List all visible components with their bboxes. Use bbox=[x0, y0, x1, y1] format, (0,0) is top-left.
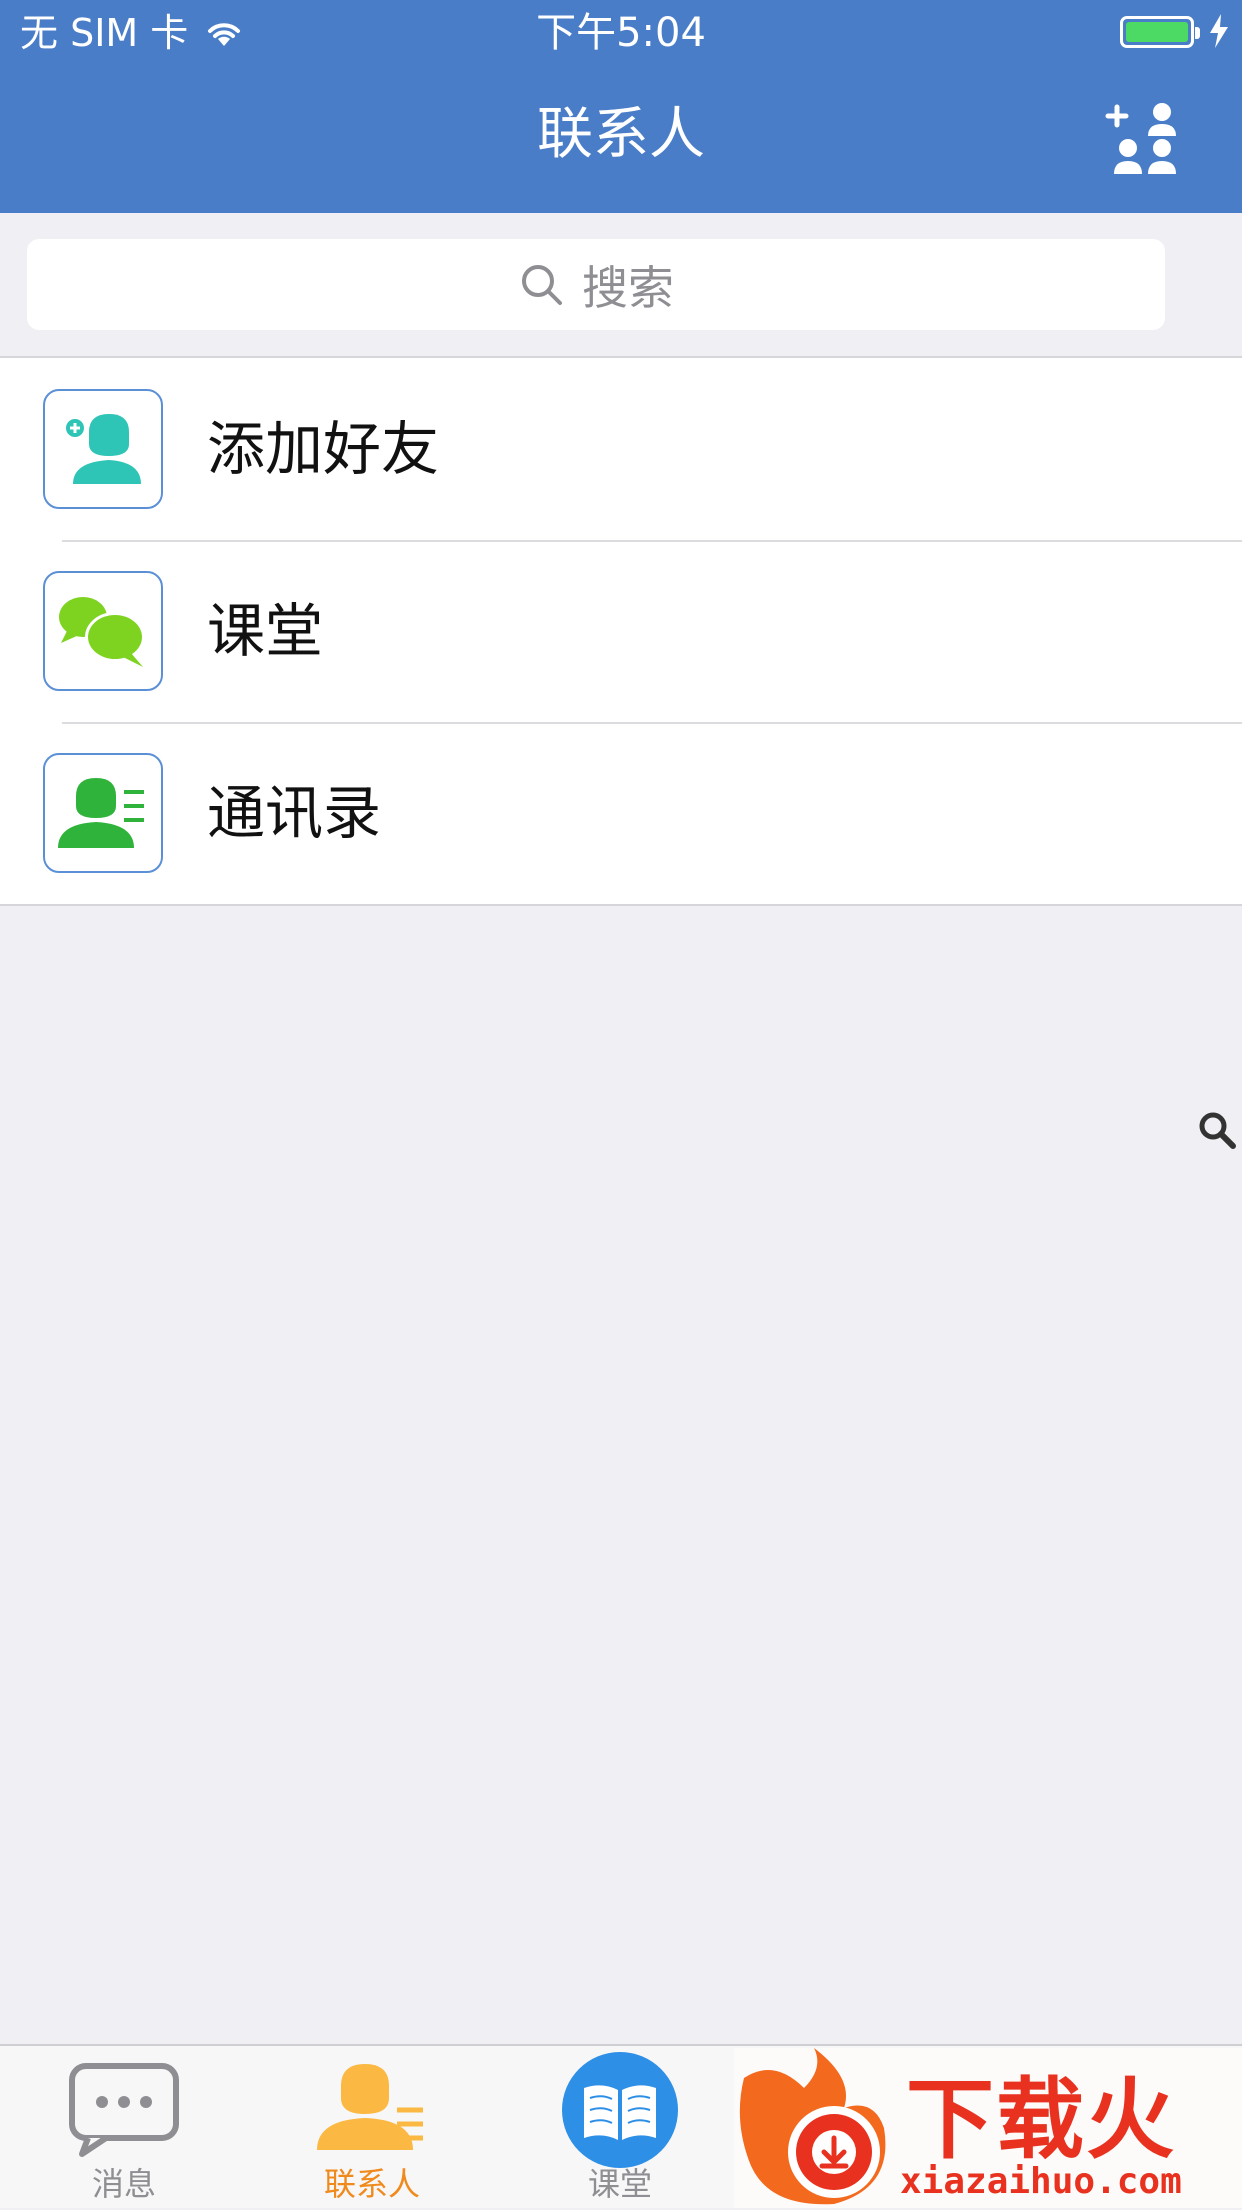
status-time: 下午5:04 bbox=[536, 10, 706, 56]
list-item-address-book[interactable]: 通讯录 bbox=[0, 722, 1242, 904]
tab-label: 消息 bbox=[91, 2165, 156, 2203]
tab-label: 课堂 bbox=[587, 2165, 652, 2203]
list-item-add-friend[interactable]: 添加好友 bbox=[0, 358, 1242, 540]
tab-label: 联系人 bbox=[323, 2165, 420, 2203]
battery-icon bbox=[1120, 16, 1200, 48]
add-friend-icon-box bbox=[43, 389, 163, 509]
message-icon bbox=[69, 2063, 179, 2157]
tab-messages[interactable]: 消息 bbox=[0, 2046, 248, 2210]
watermark-brand: 下载火 bbox=[906, 2068, 1177, 2171]
navigation-header: 无 SIM 卡 下午5:04 联系人 bbox=[0, 0, 1242, 213]
add-contacts-icon[interactable] bbox=[1104, 98, 1184, 178]
index-search-icon[interactable] bbox=[1197, 1110, 1237, 1150]
charging-bolt-icon bbox=[1210, 14, 1228, 48]
chat-bubbles-icon-box bbox=[43, 571, 163, 691]
list-item-label: 添加好友 bbox=[207, 415, 440, 483]
battery-cap bbox=[1195, 27, 1200, 39]
tab-contacts[interactable]: 联系人 bbox=[248, 2046, 496, 2210]
search-placeholder: 搜索 bbox=[582, 260, 674, 315]
battery-fill bbox=[1126, 22, 1188, 42]
search-area: 搜索 bbox=[0, 213, 1242, 358]
search-icon bbox=[522, 264, 562, 305]
add-friend-icon bbox=[66, 414, 141, 484]
address-book-icon-box bbox=[43, 753, 163, 873]
tab-classroom[interactable]: 课堂 bbox=[496, 2046, 744, 2210]
page-title: 联系人 bbox=[537, 102, 705, 167]
list-item-label: 课堂 bbox=[207, 597, 324, 665]
address-book-icon bbox=[58, 778, 144, 848]
watermark-url: xiazaihuo.com bbox=[900, 2161, 1182, 2202]
search-input[interactable]: 搜索 bbox=[27, 239, 1165, 330]
list-item-label: 通讯录 bbox=[207, 779, 382, 847]
status-bar: 无 SIM 卡 下午5:04 bbox=[0, 0, 1242, 66]
contact-entry-list: 添加好友 课堂 通讯录 bbox=[0, 358, 1242, 906]
contacts-icon bbox=[317, 2064, 423, 2150]
list-item-classroom[interactable]: 课堂 bbox=[0, 540, 1242, 722]
book-icon bbox=[562, 2052, 678, 2168]
chat-bubbles-icon bbox=[59, 597, 145, 667]
